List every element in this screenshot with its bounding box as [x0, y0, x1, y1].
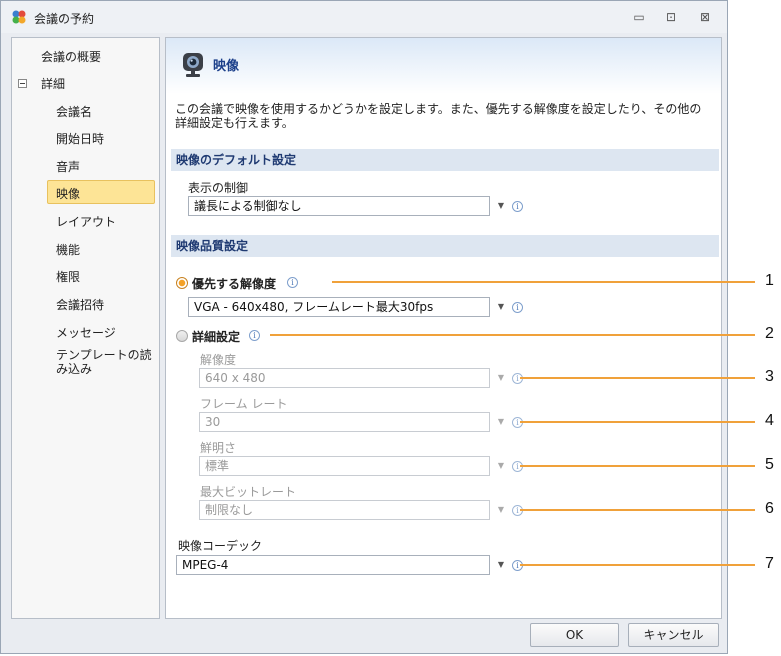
maximize-icon[interactable]: ⊡ [661, 7, 681, 27]
panel-header [166, 38, 721, 94]
sidebar-item-meeting-name[interactable]: 会議名 [56, 103, 92, 120]
chevron-down-icon[interactable]: ▼ [496, 412, 506, 432]
callout-number-6: 6 [765, 500, 774, 517]
sidebar-item-invitation[interactable]: 会議招待 [56, 296, 104, 313]
sidebar-item-permissions[interactable]: 権限 [56, 268, 80, 285]
ok-button[interactable]: OK [530, 623, 619, 647]
display-control-label: 表示の制御 [188, 181, 249, 195]
resolution-label: 解像度 [200, 353, 237, 367]
group-default-settings: 映像のデフォルト設定 [171, 149, 719, 171]
page-title: 映像 [213, 59, 240, 74]
window-title: 会議の予約 [34, 12, 95, 26]
chevron-down-icon[interactable]: ▼ [496, 368, 506, 388]
codec-label: 映像コーデック [178, 539, 263, 553]
callout-number-7: 7 [765, 555, 774, 572]
max-bitrate-dropdown[interactable]: 制限なし [199, 500, 490, 520]
info-icon[interactable]: i [287, 277, 298, 288]
dialog-window: 会議の予約 ▭ ⊡ ⊠ 会議の概要 詳細 会議名 開始日時 音声 映像 レイアウ… [0, 0, 728, 654]
close-icon[interactable]: ⊠ [695, 7, 715, 27]
sidebar-item-overview[interactable]: 会議の概要 [41, 48, 101, 65]
max-bitrate-label: 最大ビットレート [200, 485, 297, 499]
group-quality-settings: 映像品質設定 [171, 235, 719, 257]
info-icon[interactable]: i [249, 330, 260, 341]
callout-number-2: 2 [765, 325, 774, 342]
settings-panel: 映像 この会議で映像を使用するかどうかを設定します。また、優先する解像度を設定し… [165, 37, 722, 619]
chevron-down-icon[interactable]: ▼ [496, 555, 506, 575]
preferred-resolution-label: 優先する解像度 [192, 277, 277, 291]
sidebar-item-video[interactable]: 映像 [56, 185, 80, 202]
preferred-resolution-radio[interactable] [176, 277, 188, 289]
app-icon [12, 10, 26, 24]
sharpness-dropdown[interactable]: 標準 [199, 456, 490, 476]
callout-number-3: 3 [765, 368, 774, 385]
webcam-icon [183, 53, 203, 77]
cancel-button[interactable]: キャンセル [628, 623, 719, 647]
page-description: この会議で映像を使用するかどうかを設定します。また、優先する解像度を設定したり、… [175, 102, 702, 130]
minimize-icon[interactable]: ▭ [629, 7, 649, 27]
callout-number-1: 1 [765, 272, 774, 289]
callout-line-6 [520, 509, 755, 511]
chevron-down-icon[interactable]: ▼ [496, 297, 506, 317]
sidebar-nav: 会議の概要 詳細 会議名 開始日時 音声 映像 レイアウト 機能 権限 会議招待… [11, 37, 160, 619]
framerate-dropdown[interactable]: 30 [199, 412, 490, 432]
display-control-dropdown[interactable]: 議長による制御なし [188, 196, 490, 216]
callout-line-4 [520, 421, 755, 423]
codec-dropdown[interactable]: MPEG-4 [176, 555, 490, 575]
collapse-icon[interactable] [18, 79, 27, 88]
title-bar: 会議の予約 ▭ ⊡ ⊠ [1, 1, 727, 33]
sharpness-label: 鮮明さ [200, 441, 237, 455]
chevron-down-icon[interactable]: ▼ [496, 456, 506, 476]
info-icon[interactable]: i [512, 302, 523, 313]
advanced-settings-radio[interactable] [176, 330, 188, 342]
callout-line-5 [520, 465, 755, 467]
info-icon[interactable]: i [512, 201, 523, 212]
sidebar-item-layout[interactable]: レイアウト [56, 213, 116, 230]
sidebar-item-features[interactable]: 機能 [56, 241, 80, 258]
callout-number-5: 5 [765, 456, 774, 473]
callout-line-2 [270, 334, 755, 336]
callout-line-3 [520, 377, 755, 379]
framerate-label: フレーム レート [200, 397, 288, 411]
resolution-dropdown[interactable]: 640 x 480 [199, 368, 490, 388]
sidebar-item-audio[interactable]: 音声 [56, 158, 80, 175]
sidebar-item-load-template[interactable]: テンプレートの読み込み [56, 348, 152, 376]
sidebar-item-start-time[interactable]: 開始日時 [56, 130, 104, 147]
callout-line-7 [520, 564, 755, 566]
chevron-down-icon[interactable]: ▼ [496, 196, 506, 216]
sidebar-item-messages[interactable]: メッセージ [56, 324, 116, 341]
chevron-down-icon[interactable]: ▼ [496, 500, 506, 520]
preferred-resolution-dropdown[interactable]: VGA - 640x480, フレームレート最大30fps [188, 297, 490, 317]
callout-number-4: 4 [765, 412, 774, 429]
advanced-settings-label: 詳細設定 [192, 330, 241, 344]
callout-line-1 [332, 281, 755, 283]
sidebar-item-details[interactable]: 詳細 [41, 75, 65, 92]
